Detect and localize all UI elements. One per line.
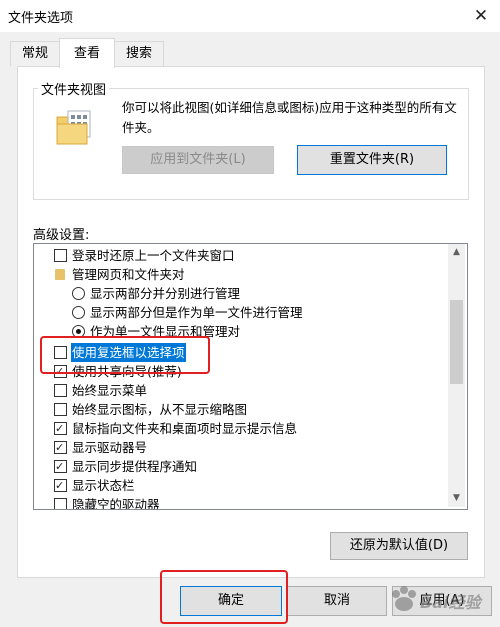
checkbox[interactable] [54, 419, 67, 438]
tab-general[interactable]: 常规 [10, 41, 60, 66]
close-icon[interactable]: ✕ [468, 4, 494, 28]
cancel-button[interactable]: 取消 [287, 586, 387, 616]
advanced-settings-label: 高级设置: [33, 228, 90, 243]
folder-views-title: 文件夹视图 [38, 79, 110, 98]
list-item-label: 隐藏空的驱动器 [72, 497, 160, 510]
scroll-down-icon[interactable]: ▼ [448, 490, 465, 507]
radio-button[interactable] [72, 287, 85, 300]
restore-defaults-button[interactable]: 还原为默认值(D) [330, 532, 468, 560]
list-item-label: 显示状态栏 [72, 478, 135, 493]
checkbox[interactable] [54, 498, 67, 509]
folder-views-description: 你可以将此视图(如详细信息或图标)应用于这种类型的所有文件夹。 [122, 100, 457, 135]
list-item-label: 登录时还原上一个文件夹窗口 [72, 248, 235, 263]
advanced-settings-list[interactable]: 登录时还原上一个文件夹窗口 管理网页和文件夹对 显示两部分并分别进行管理 显示两… [33, 243, 468, 510]
list-item-label: 显示同步提供程序通知 [72, 459, 198, 474]
svg-text:Bai经验: Bai经验 [420, 593, 483, 612]
folder-view-icon [54, 108, 94, 148]
checkbox[interactable] [54, 476, 67, 495]
list-item-label: 显示两部分但是作为单一文件进行管理 [90, 305, 303, 320]
apply-to-folders-button[interactable]: 应用到文件夹(L) [122, 146, 274, 174]
scroll-up-icon[interactable]: ▲ [448, 244, 465, 261]
list-item-label: 管理网页和文件夹对 [72, 267, 185, 282]
folder-icon [55, 269, 65, 280]
list-item-label: 始终显示菜单 [72, 383, 148, 398]
annotation-highlight-checkbox-option [40, 336, 210, 374]
title-bar [0, 0, 500, 32]
checkbox[interactable] [54, 403, 67, 416]
list-item-label: 显示驱动器号 [72, 440, 148, 455]
list-item-label: 显示两部分并分别进行管理 [90, 286, 241, 301]
scrollbar-thumb[interactable] [450, 300, 463, 384]
reset-folders-button[interactable]: 重置文件夹(R) [297, 145, 447, 175]
tab-search[interactable]: 搜索 [114, 41, 164, 66]
radio-button[interactable] [72, 306, 85, 319]
watermark-logo: Bai经验 [382, 582, 500, 622]
checkbox[interactable] [54, 457, 67, 476]
window-title: 文件夹选项 [8, 11, 74, 26]
checkbox[interactable] [54, 384, 67, 397]
annotation-highlight-ok-button [160, 570, 288, 624]
list-item-label: 鼠标指向文件夹和桌面项时显示提示信息 [72, 421, 298, 436]
list-item-label: 始终显示图标，从不显示缩略图 [72, 402, 248, 417]
tab-view[interactable]: 查看 [59, 38, 115, 68]
checkbox[interactable] [54, 438, 67, 457]
checkbox[interactable] [54, 249, 67, 262]
